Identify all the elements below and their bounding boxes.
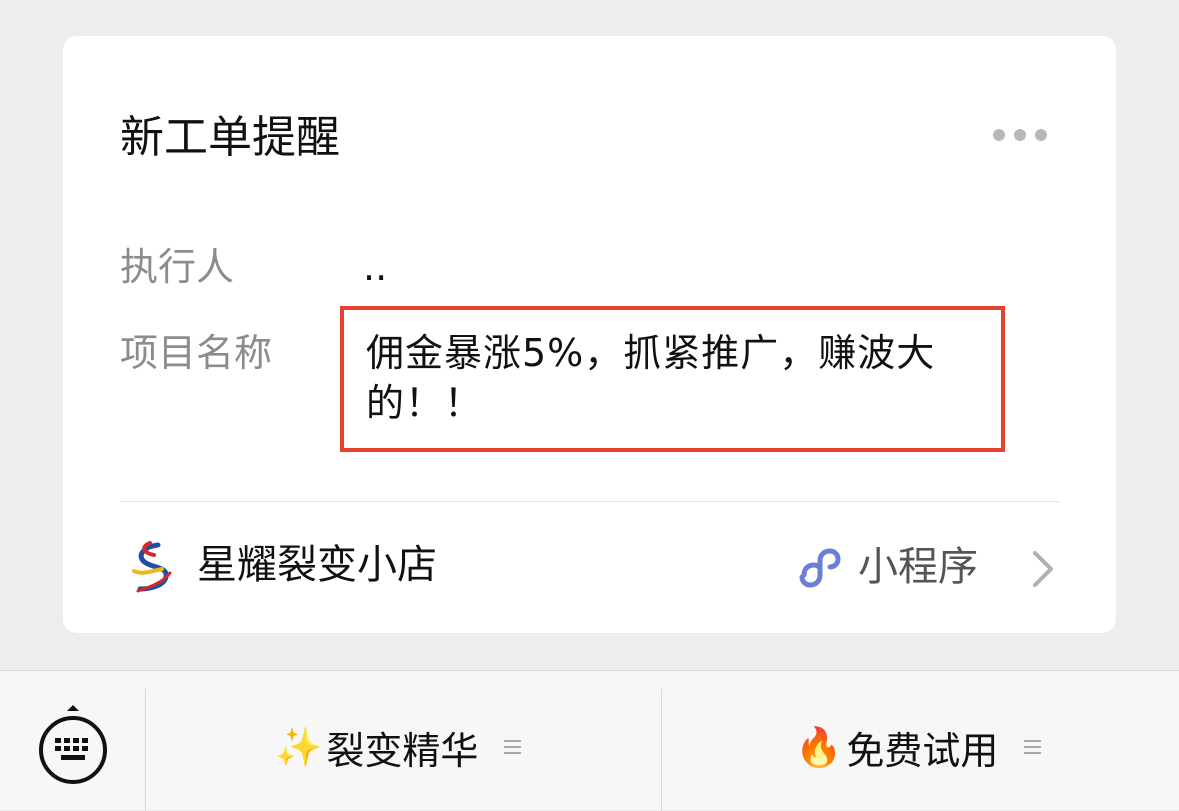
sparkles-icon: ✨ xyxy=(275,725,323,769)
fire-icon: 🔥 xyxy=(795,725,843,769)
more-options-icon[interactable] xyxy=(993,124,1053,146)
keyboard-toggle-icon[interactable] xyxy=(36,705,110,785)
menu-label: 裂变精华 xyxy=(326,728,479,773)
menu-divider xyxy=(661,689,662,811)
submenu-icon xyxy=(1024,740,1042,754)
project-name-value: 佣金暴涨5%，抓紧推广，赚波大的！！ xyxy=(340,306,1005,452)
card-title: 新工单提醒 xyxy=(120,112,340,163)
menu-fission-essence[interactable]: ✨ 裂变精华 xyxy=(275,719,522,775)
chevron-right-icon xyxy=(1033,551,1053,587)
shop-logo-icon xyxy=(132,541,172,593)
menu-divider xyxy=(145,689,146,811)
menu-free-trial[interactable]: 🔥 免费试用 xyxy=(795,719,1042,775)
project-name-label: 项目名称 xyxy=(120,331,273,375)
executor-label: 执行人 xyxy=(120,245,235,289)
card-divider xyxy=(120,501,1060,502)
mini-program-icon xyxy=(799,548,841,588)
menu-label: 免费试用 xyxy=(846,728,999,773)
mini-program-label: 小程序 xyxy=(858,544,978,590)
submenu-icon xyxy=(504,740,522,754)
shop-name: 星耀裂变小店 xyxy=(197,542,437,588)
mini-program-footer[interactable]: 星耀裂变小店 小程序 xyxy=(120,531,1060,601)
executor-value: .. xyxy=(363,245,388,289)
message-card[interactable]: 新工单提醒 执行人 .. 项目名称 佣金暴涨5%，抓紧推广，赚波大的！！ 星耀裂… xyxy=(63,36,1116,633)
bottom-menu-bar: ✨ 裂变精华 🔥 免费试用 xyxy=(0,670,1179,811)
